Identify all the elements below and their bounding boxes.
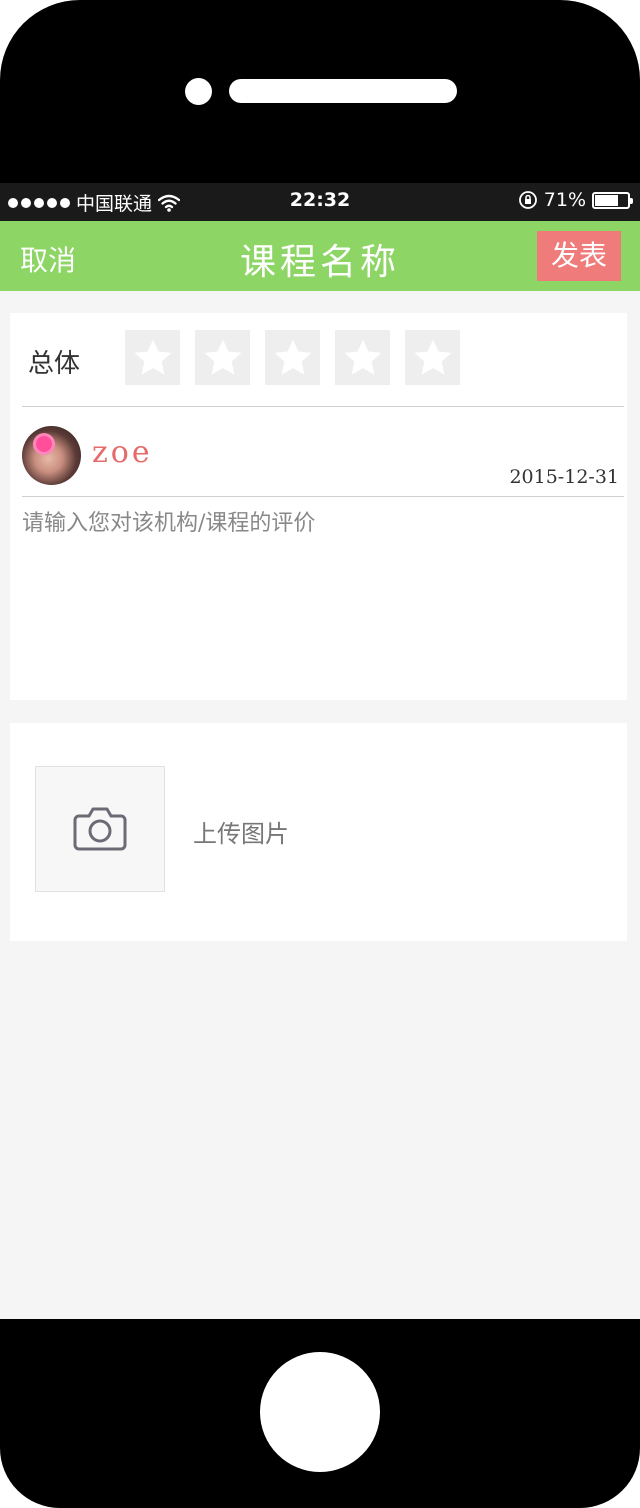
upload-card: 上传图片 bbox=[10, 723, 627, 941]
username: zoe bbox=[92, 435, 153, 470]
star-icon bbox=[344, 339, 381, 375]
review-date: 2015-12-31 bbox=[509, 466, 619, 488]
star-button-2[interactable] bbox=[195, 330, 250, 385]
divider bbox=[22, 496, 624, 497]
battery-icon bbox=[592, 191, 633, 209]
star-icon bbox=[414, 339, 451, 375]
rating-label: 总体 bbox=[28, 349, 81, 379]
star-button-4[interactable] bbox=[335, 330, 390, 385]
rotation-lock-icon bbox=[518, 191, 537, 209]
star-icon bbox=[274, 339, 311, 375]
review-card: 总体 zoe 2015-12-31 bbox=[10, 313, 627, 700]
publish-button[interactable]: 发表 bbox=[537, 231, 621, 281]
star-button-1[interactable] bbox=[125, 330, 180, 385]
screen: 中国联通 22:32 71% 取消 课程名称 发表 总体 zoe 2015-12… bbox=[0, 183, 640, 1319]
star-icon bbox=[204, 339, 241, 375]
nav-bar: 取消 课程名称 发表 bbox=[0, 221, 640, 291]
avatar bbox=[22, 426, 81, 485]
review-input[interactable] bbox=[22, 505, 620, 685]
camera-icon bbox=[73, 807, 127, 851]
earpiece-speaker bbox=[229, 79, 457, 103]
phone-frame: 中国联通 22:32 71% 取消 课程名称 发表 总体 zoe 2015-12… bbox=[0, 0, 640, 1508]
star-button-5[interactable] bbox=[405, 330, 460, 385]
front-camera bbox=[185, 78, 212, 105]
divider bbox=[22, 406, 624, 407]
battery-fill bbox=[595, 194, 618, 206]
battery-percent: 71% bbox=[543, 189, 586, 211]
star-icon bbox=[134, 339, 171, 375]
upload-image-button[interactable] bbox=[35, 766, 165, 892]
upload-label: 上传图片 bbox=[193, 820, 289, 848]
star-rating bbox=[125, 330, 460, 385]
star-button-3[interactable] bbox=[265, 330, 320, 385]
home-button[interactable] bbox=[260, 1352, 380, 1472]
status-right: 71% bbox=[518, 189, 633, 211]
status-bar: 中国联通 22:32 71% bbox=[0, 183, 640, 221]
